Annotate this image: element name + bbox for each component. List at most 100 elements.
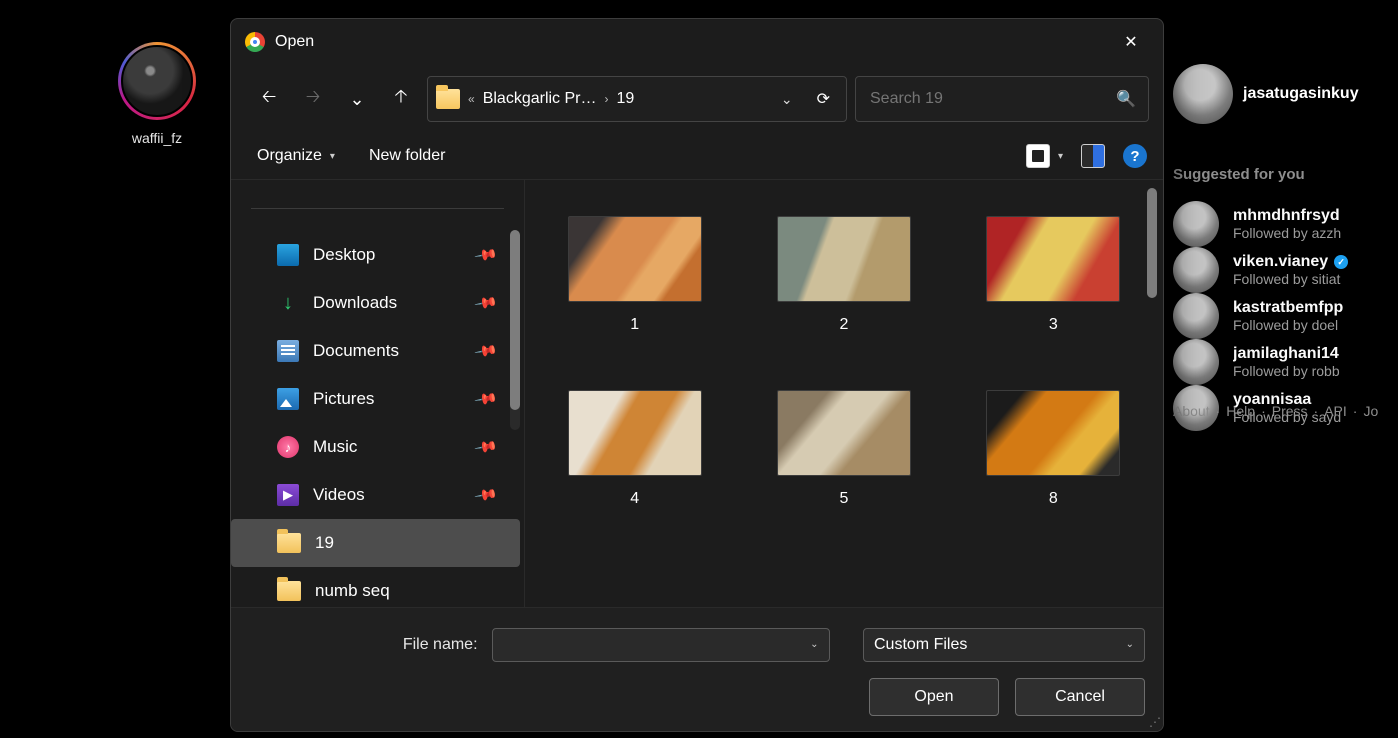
avatar bbox=[1173, 201, 1219, 247]
file-item[interactable]: 3 bbox=[974, 216, 1133, 334]
refresh-button[interactable]: ⟳ bbox=[809, 83, 838, 115]
tree-item-label: Videos bbox=[313, 485, 365, 505]
vid-icon: ▶ bbox=[277, 484, 299, 506]
titlebar: Open ✕ bbox=[231, 19, 1163, 65]
footer-link[interactable]: API bbox=[1324, 403, 1347, 419]
recent-locations-button[interactable]: ⌄ bbox=[339, 81, 375, 117]
suggestion-item[interactable]: kastratbemfpp Followed by doel bbox=[1173, 293, 1398, 339]
file-name: 5 bbox=[840, 490, 849, 508]
tree-item-19[interactable]: 19 bbox=[231, 519, 520, 567]
tree-item-label: numb seq bbox=[315, 581, 390, 601]
suggestion-name: kastratbemfpp bbox=[1233, 299, 1343, 317]
nav-pane: Desktop 📌↓ Downloads 📌 Documents 📌 Pictu… bbox=[231, 180, 525, 607]
refresh-icon: ⟳ bbox=[817, 91, 830, 108]
breadcrumb-current[interactable]: 19 bbox=[617, 90, 635, 108]
suggestion-name: viken.vianey✓ bbox=[1233, 253, 1348, 271]
chevron-down-icon: ⌄ bbox=[781, 91, 793, 107]
avatar bbox=[1173, 339, 1219, 385]
footer-link[interactable]: About bbox=[1173, 403, 1210, 419]
suggestion-item[interactable]: viken.vianey✓ Followed by sitiat bbox=[1173, 247, 1398, 293]
pin-icon: 📌 bbox=[474, 338, 500, 363]
close-button[interactable]: ✕ bbox=[1109, 26, 1153, 58]
story-avatar bbox=[121, 45, 193, 117]
up-button[interactable]: 🡡 bbox=[383, 81, 419, 117]
file-type-value: Custom Files bbox=[874, 636, 967, 654]
open-button[interactable]: Open bbox=[869, 678, 999, 716]
divider bbox=[251, 208, 504, 209]
avatar bbox=[1173, 247, 1219, 293]
tree-item-desktop[interactable]: Desktop 📌 bbox=[231, 231, 524, 279]
suggestion-sub: Followed by azzh bbox=[1233, 225, 1341, 241]
verified-icon: ✓ bbox=[1334, 255, 1348, 269]
file-scrollbar[interactable] bbox=[1147, 188, 1157, 298]
nav-scrollbar[interactable] bbox=[510, 230, 520, 430]
file-item[interactable]: 2 bbox=[764, 216, 923, 334]
avatar bbox=[1173, 64, 1233, 124]
file-name: 8 bbox=[1049, 490, 1058, 508]
tree-item-documents[interactable]: Documents 📌 bbox=[231, 327, 524, 375]
file-type-combo[interactable]: Custom Files ⌄ bbox=[863, 628, 1145, 662]
footer-link[interactable]: Jo bbox=[1363, 403, 1378, 419]
suggestion-item[interactable]: jamilaghani14 Followed by robb bbox=[1173, 339, 1398, 385]
caret-down-icon: ▾ bbox=[1058, 151, 1063, 162]
tree-item-label: 19 bbox=[315, 533, 334, 553]
file-name-label: File name: bbox=[249, 636, 478, 654]
story-avatar-ring bbox=[118, 42, 196, 120]
folder-icon bbox=[277, 533, 301, 553]
file-thumbnail bbox=[777, 216, 911, 302]
dialog-title: Open bbox=[275, 33, 314, 51]
address-dropdown[interactable]: ⌄ bbox=[773, 85, 801, 114]
file-list: 1 2 3 4 5 8 bbox=[525, 180, 1163, 607]
tree-item-pictures[interactable]: Pictures 📌 bbox=[231, 375, 524, 423]
dl-icon: ↓ bbox=[277, 292, 299, 314]
resize-grip[interactable]: ⋰ bbox=[1149, 715, 1159, 729]
search-input[interactable] bbox=[868, 89, 1106, 109]
pic-icon bbox=[277, 388, 299, 410]
back-button[interactable]: 🡠 bbox=[251, 81, 287, 117]
file-item[interactable]: 8 bbox=[974, 390, 1133, 508]
breadcrumb-parent[interactable]: Blackgarlic Pr… bbox=[483, 90, 597, 108]
search-box[interactable]: 🔍 bbox=[855, 76, 1149, 122]
pin-icon: 📌 bbox=[474, 482, 500, 507]
tree-item-label: Music bbox=[313, 437, 357, 457]
scrollbar-thumb[interactable] bbox=[510, 230, 520, 410]
suggestion-item[interactable]: mhmdhnfrsyd Followed by azzh bbox=[1173, 201, 1398, 247]
chevron-down-icon: ⌄ bbox=[1126, 639, 1134, 650]
cancel-button[interactable]: Cancel bbox=[1015, 678, 1145, 716]
forward-button[interactable]: 🡢 bbox=[295, 81, 331, 117]
footer-links: About·Help·Press·API·Jo bbox=[1173, 403, 1378, 419]
organize-label: Organize bbox=[257, 147, 322, 165]
suggestion-name: jamilaghani14 bbox=[1233, 345, 1340, 363]
file-name-combo[interactable]: ⌄ bbox=[492, 628, 830, 662]
avatar bbox=[1173, 293, 1219, 339]
chevron-down-icon: ⌄ bbox=[810, 639, 818, 650]
tree-item-downloads[interactable]: ↓ Downloads 📌 bbox=[231, 279, 524, 327]
file-thumbnail bbox=[986, 390, 1120, 476]
pin-icon: 📌 bbox=[474, 386, 500, 411]
help-button[interactable]: ? bbox=[1123, 144, 1147, 168]
organize-menu[interactable]: Organize ▾ bbox=[257, 147, 335, 165]
address-bar[interactable]: « Blackgarlic Pr… › 19 ⌄ ⟳ bbox=[427, 76, 847, 122]
tree-item-videos[interactable]: ▶ Videos 📌 bbox=[231, 471, 524, 519]
tree-item-music[interactable]: ♪ Music 📌 bbox=[231, 423, 524, 471]
preview-pane-button[interactable] bbox=[1081, 144, 1105, 168]
tree-item-label: Downloads bbox=[313, 293, 397, 313]
footer-link[interactable]: Press bbox=[1272, 403, 1308, 419]
chrome-icon bbox=[245, 32, 265, 52]
file-item[interactable]: 5 bbox=[764, 390, 923, 508]
view-mode-menu[interactable]: ▾ bbox=[1026, 144, 1063, 168]
open-file-dialog: Open ✕ 🡠 🡢 ⌄ 🡡 « Blackgarlic Pr… › 19 ⌄ … bbox=[230, 18, 1164, 732]
suggestion-name: mhmdhnfrsyd bbox=[1233, 207, 1341, 225]
tree-item-label: Documents bbox=[313, 341, 399, 361]
suggestion-sub: Followed by doel bbox=[1233, 317, 1343, 333]
file-item[interactable]: 1 bbox=[555, 216, 714, 334]
new-folder-button[interactable]: New folder bbox=[369, 147, 445, 165]
tree-item-label: Pictures bbox=[313, 389, 374, 409]
story[interactable]: waffii_fz bbox=[118, 42, 196, 146]
suggested-heading: Suggested for you bbox=[1173, 166, 1398, 183]
footer-link[interactable]: Help bbox=[1226, 403, 1255, 419]
file-item[interactable]: 4 bbox=[555, 390, 714, 508]
chevron-down-icon: ⌄ bbox=[349, 89, 364, 110]
current-account[interactable]: jasatugasinkuy bbox=[1173, 64, 1398, 124]
close-icon: ✕ bbox=[1124, 32, 1137, 52]
